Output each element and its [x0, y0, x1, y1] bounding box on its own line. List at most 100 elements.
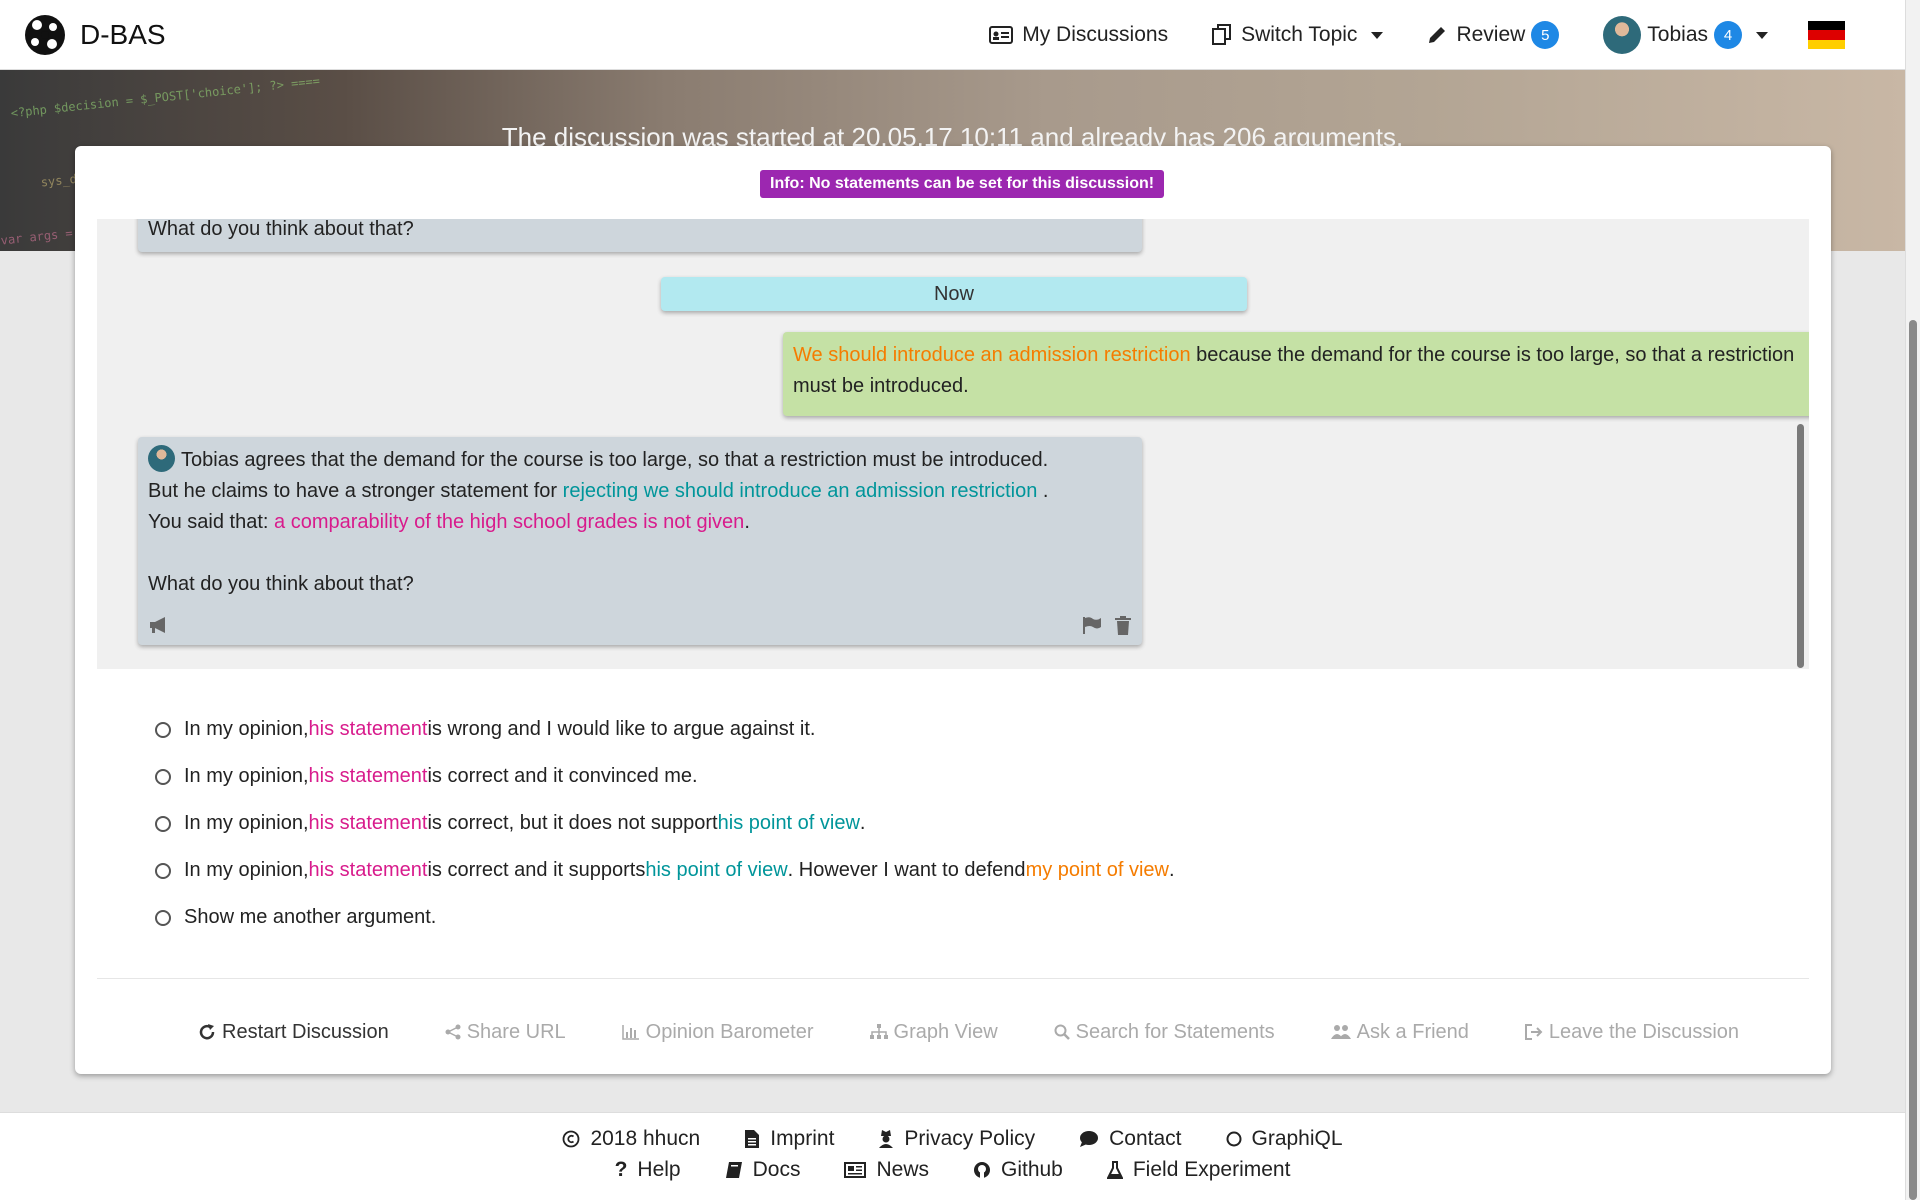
info-badge: Info: No statements can be set for this …	[760, 170, 1165, 198]
chat-history[interactable]: What do you think about that? Now We sho…	[97, 219, 1809, 669]
bar-chart-icon	[621, 1025, 639, 1040]
sitemap-icon	[869, 1024, 888, 1039]
previous-question: What do you think about that?	[148, 219, 414, 240]
footer-privacy[interactable]: Privacy Policy	[878, 1127, 1035, 1151]
answer-options: In my opinion, his statement is wrong an…	[155, 706, 1175, 941]
sign-out-icon	[1524, 1024, 1543, 1040]
nav-my-discussions-label: My Discussions	[1022, 23, 1169, 46]
restart-label: Restart Discussion	[222, 1020, 389, 1043]
page-scrollbar-thumb[interactable]	[1909, 320, 1917, 1200]
refresh-icon	[199, 1024, 215, 1040]
trash-icon[interactable]	[1114, 616, 1132, 635]
dbas-logo-icon	[25, 14, 65, 55]
sys-line2-link[interactable]: rejecting we should introduce an admissi…	[563, 480, 1038, 502]
option-argue-against[interactable]: In my opinion, his statement is wrong an…	[155, 706, 1175, 753]
sys-line3-suffix: .	[744, 511, 750, 533]
now-separator: Now	[661, 277, 1247, 311]
option-another-argument[interactable]: Show me another argument.	[155, 894, 1175, 941]
nav-user-name: Tobias	[1647, 23, 1708, 46]
radio-button[interactable]	[155, 721, 171, 738]
option-text: In my opinion,	[184, 812, 309, 834]
flag-icon[interactable]	[1082, 616, 1102, 634]
question-icon: ?	[614, 1157, 628, 1181]
copy-icon	[1212, 24, 1232, 45]
megaphone-icon[interactable]	[148, 616, 170, 634]
footer-graphiql[interactable]: GraphiQL	[1226, 1127, 1343, 1151]
copyright-icon	[563, 1130, 580, 1147]
radio-button[interactable]	[155, 909, 171, 926]
option-text: is correct and it supports	[427, 859, 646, 881]
footer-imprint[interactable]: Imprint	[744, 1127, 834, 1151]
option-text: is correct and it convinced me.	[427, 765, 698, 787]
footer-field-experiment[interactable]: Field Experiment	[1106, 1158, 1290, 1182]
sys-line2-prefix: But he claims to have a stronger stateme…	[148, 480, 563, 502]
navbar: D-BAS My Discussions Switch Topic Review…	[0, 0, 1905, 70]
option-convinced[interactable]: In my opinion, his statement is correct …	[155, 753, 1175, 800]
option-defend[interactable]: In my opinion, his statement is correct …	[155, 847, 1175, 894]
news-label: News	[876, 1157, 929, 1181]
graph-view-button[interactable]: Graph View	[842, 1004, 1026, 1060]
brand[interactable]: D-BAS	[22, 12, 166, 58]
user-statement-highlight[interactable]: We should introduce an admission restric…	[793, 344, 1191, 366]
footer-help[interactable]: ? Help	[615, 1158, 681, 1182]
pencil-icon	[1429, 27, 1446, 43]
option-text: Show me another argument.	[184, 906, 437, 928]
brand-name: D-BAS	[80, 18, 166, 50]
nav-switch-topic[interactable]: Switch Topic	[1212, 23, 1384, 47]
option-not-support[interactable]: In my opinion, his statement is correct,…	[155, 800, 1175, 847]
user-notification-badge: 4	[1714, 21, 1742, 49]
file-icon	[745, 1129, 760, 1148]
footer-contact[interactable]: Contact	[1079, 1127, 1182, 1151]
avatar	[148, 445, 175, 472]
option-text: In my opinion,	[184, 765, 309, 787]
nav-user-menu[interactable]: Tobias 4	[1603, 16, 1768, 54]
flask-icon	[1106, 1160, 1123, 1179]
option-text: . However I want to defend	[787, 859, 1026, 881]
chat-scrollbar-thumb[interactable]	[1797, 424, 1804, 668]
sys-line3-link[interactable]: a comparability of the high school grade…	[274, 511, 744, 533]
book-icon	[725, 1161, 742, 1178]
sys-line2-suffix: .	[1037, 480, 1049, 502]
option-text: is wrong and I would like to argue again…	[427, 718, 816, 740]
ask-label: Ask a Friend	[1356, 1020, 1469, 1043]
system-bubble: Tobias agrees that the demand for the co…	[138, 437, 1142, 645]
github-label: Github	[1000, 1157, 1063, 1181]
graph-label: Graph View	[893, 1020, 998, 1043]
leave-discussion-button[interactable]: Leave the Discussion	[1497, 1004, 1767, 1060]
nav-review-label: Review	[1456, 23, 1526, 46]
option-text: .	[859, 812, 866, 834]
search-icon	[1054, 1024, 1070, 1040]
option-text: In my opinion,	[184, 859, 309, 881]
graphiql-label: GraphiQL	[1251, 1126, 1343, 1150]
sys-line3-prefix: You said that:	[148, 511, 275, 533]
footer: 2018 hhucn Imprint Privacy Policy Contac…	[0, 1112, 1905, 1200]
radio-button[interactable]	[155, 815, 171, 832]
imprint-label: Imprint	[770, 1126, 835, 1150]
docs-label: Docs	[752, 1157, 801, 1181]
footer-docs[interactable]: Docs	[725, 1157, 801, 1182]
discussion-card: Info: No statements can be set for this …	[75, 146, 1831, 1074]
nav-my-discussions[interactable]: My Discussions	[989, 23, 1168, 47]
user-bubble: We should introduce an admission restric…	[783, 332, 1809, 416]
help-label: Help	[637, 1157, 681, 1181]
system-bubble-previous: What do you think about that?	[138, 219, 1142, 252]
his-point-of-view-link: his point of view	[717, 812, 860, 834]
opinion-barometer-button[interactable]: Opinion Barometer	[594, 1004, 842, 1060]
radio-button[interactable]	[155, 862, 171, 879]
german-flag-icon[interactable]	[1808, 21, 1845, 49]
nav-switch-topic-label: Switch Topic	[1241, 23, 1358, 46]
search-label: Search for Statements	[1075, 1020, 1275, 1043]
share-url-button[interactable]: Share URL	[417, 1004, 594, 1060]
github-icon	[973, 1161, 990, 1178]
search-statements-button[interactable]: Search for Statements	[1026, 1004, 1303, 1060]
restart-discussion-button[interactable]: Restart Discussion	[170, 1004, 417, 1060]
my-point-of-view-link: my point of view	[1025, 859, 1169, 881]
footer-github[interactable]: Github	[973, 1158, 1063, 1182]
ask-friend-button[interactable]: Ask a Friend	[1303, 1004, 1497, 1060]
radio-button[interactable]	[155, 768, 171, 785]
users-icon	[1330, 1025, 1351, 1039]
avatar	[1603, 16, 1642, 54]
privacy-label: Privacy Policy	[904, 1126, 1036, 1150]
nav-review[interactable]: Review 5	[1427, 21, 1560, 49]
footer-news[interactable]: News	[844, 1158, 929, 1182]
